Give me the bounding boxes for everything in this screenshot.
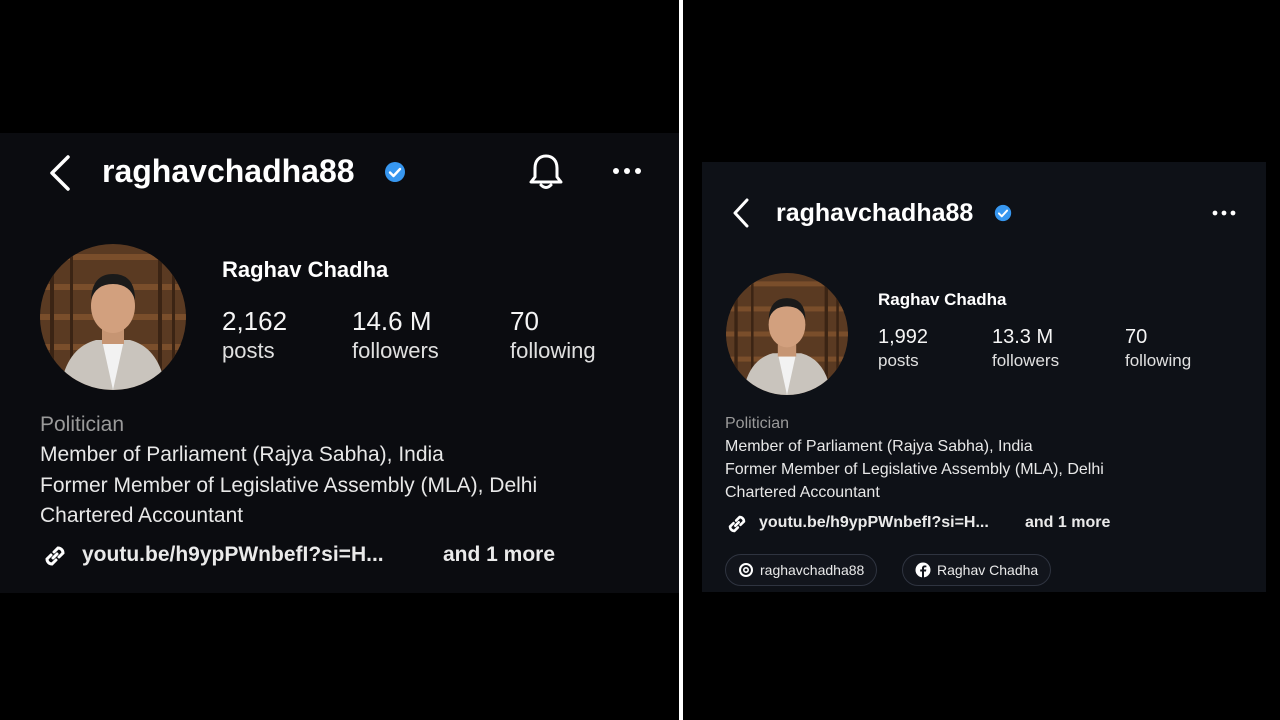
profile-panel-left: raghavchadha88 Raghav Chadha 2,162 posts… [0, 133, 679, 593]
stat-followers-value: 13.3 M [992, 326, 1054, 348]
stat-posts-label: posts [878, 351, 919, 370]
link-icon [40, 541, 70, 576]
bell-icon [529, 154, 563, 189]
facebook-profile-pill[interactable]: Raghav Chadha [902, 554, 1052, 586]
more-options-button[interactable] [1212, 210, 1236, 216]
profile-link[interactable]: youtu.be/h9ypPWnbefI?si=H... [759, 514, 989, 532]
stat-followers-value: 14.6 M [352, 306, 432, 336]
stat-following-label: following [1125, 351, 1192, 370]
avatar[interactable] [726, 273, 848, 395]
stat-following-value: 70 [510, 306, 539, 336]
username: raghavchadha88 [102, 153, 355, 189]
profile-link-more[interactable]: and 1 more [1025, 514, 1110, 532]
back-button[interactable] [48, 155, 72, 191]
stat-followers-label: followers [992, 351, 1060, 370]
display-name: Raghav Chadha [222, 257, 389, 282]
threads-profile-pill[interactable]: raghavchadha88 [725, 554, 878, 586]
more-options-button[interactable] [612, 167, 642, 175]
profile-link[interactable]: youtu.be/h9ypPWnbefI?si=H... [82, 543, 384, 567]
display-name: Raghav Chadha [878, 290, 1007, 309]
screenshot-divider [679, 0, 683, 720]
bio-line-1: Member of Parliament (Rajya Sabha), Indi… [40, 443, 444, 466]
stat-following-label: following [510, 338, 596, 363]
bio-line-3: Chartered Accountant [40, 504, 244, 527]
stat-posts-value: 1,992 [878, 326, 929, 348]
profile-category: Politician [725, 415, 790, 432]
profile-category: Politician [40, 413, 125, 436]
bio-line-2: Former Member of Legislative Assembly (M… [725, 461, 1104, 478]
link-icon [724, 511, 750, 542]
username: raghavchadha88 [776, 199, 974, 227]
threads-icon [739, 563, 753, 577]
bio-line-1: Member of Parliament (Rajya Sabha), Indi… [725, 438, 1033, 455]
back-button[interactable] [732, 198, 750, 228]
profile-link-more[interactable]: and 1 more [443, 543, 555, 567]
stat-posts-value: 2,162 [222, 306, 288, 336]
threads-pill-label: raghavchadha88 [760, 562, 865, 578]
facebook-icon [915, 562, 931, 578]
verified-badge-icon [994, 204, 1012, 227]
more-horizontal-icon [1212, 210, 1236, 216]
stat-followers-label: followers [352, 338, 439, 363]
notifications-bell-button[interactable] [528, 153, 564, 191]
bio-line-3: Chartered Accountant [725, 484, 880, 501]
stat-posts-label: posts [222, 338, 275, 363]
chevron-left-icon [50, 155, 70, 191]
more-horizontal-icon [613, 168, 641, 174]
facebook-pill-label: Raghav Chadha [937, 562, 1039, 578]
chevron-left-icon [733, 198, 749, 228]
stat-following-value: 70 [1125, 326, 1148, 348]
verified-badge-icon [384, 161, 406, 188]
avatar[interactable] [40, 244, 186, 390]
bio-line-2: Former Member of Legislative Assembly (M… [40, 474, 538, 497]
profile-panel-right: raghavchadha88 Raghav Chadha 1,992 posts… [702, 162, 1266, 592]
